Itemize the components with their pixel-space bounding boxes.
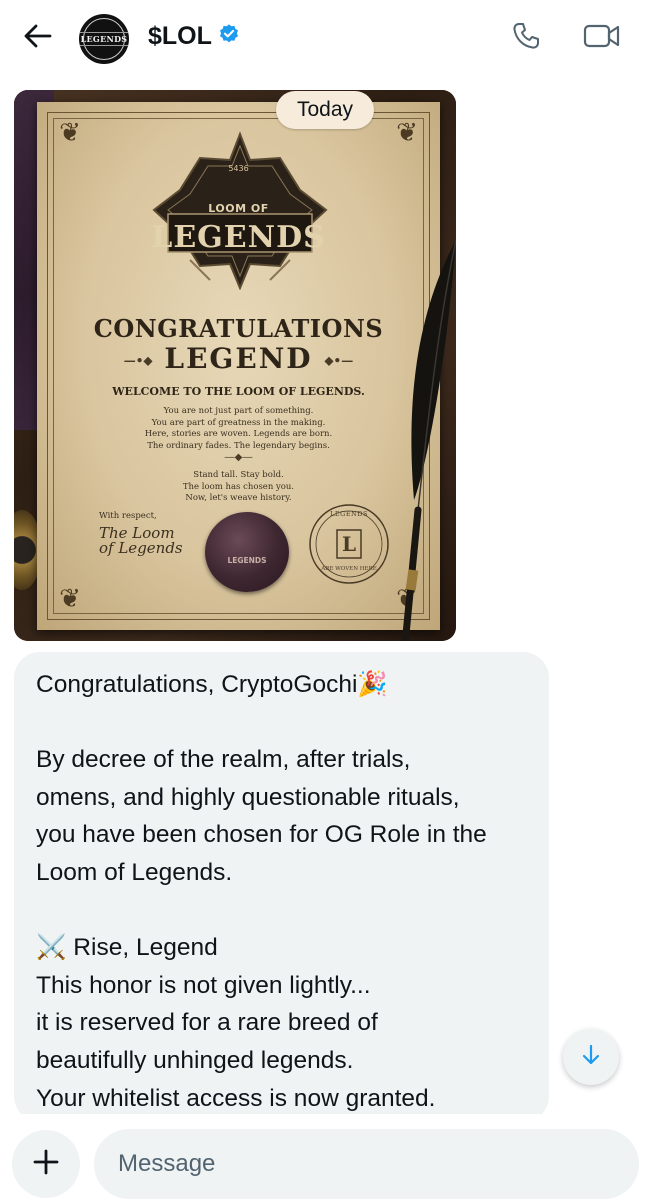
certificate-heading: CONGRATULATIONS	[93, 314, 384, 343]
scroll-to-bottom-button[interactable]	[563, 1029, 619, 1085]
arrow-left-icon	[24, 24, 52, 53]
certificate-closing: Stand tall. Stay bold. The loom has chos…	[182, 470, 295, 503]
verified-badge-icon	[218, 23, 240, 50]
corner-ornament-icon: ❦	[59, 118, 81, 148]
avatar-logo-text: LEGENDS	[79, 32, 129, 46]
certificate-signoff: With respect,	[99, 511, 157, 521]
message-line: it is reserved for a rare breed of	[36, 1009, 378, 1037]
phone-icon	[511, 21, 541, 56]
message-line: Your whitelist access is now granted.	[36, 1084, 436, 1112]
message-line: beautifully unhinged legends.	[36, 1046, 354, 1074]
wax-seal-icon: LEGENDS	[205, 512, 289, 592]
certificate-body: You are not just part of something. You …	[144, 406, 333, 451]
conversation-header: LEGENDS $LOL	[0, 0, 651, 76]
audio-call-button[interactable]	[506, 18, 546, 58]
avatar[interactable]: LEGENDS	[79, 14, 129, 64]
legends-stamp-icon: LEGENDS L ARE WOVEN HERE	[307, 502, 391, 586]
emblem-year: 5436	[228, 164, 249, 173]
message-line: omens, and highly questionable rituals,	[36, 783, 460, 811]
message-text: Congratulations, CryptoGochi🎉 By decree …	[36, 666, 536, 1117]
message-bubble[interactable]: Congratulations, CryptoGochi🎉 By decree …	[14, 652, 549, 1122]
corner-ornament-icon: ❦	[396, 118, 418, 148]
quill-pen-icon	[401, 240, 456, 641]
parchment-certificate: ❦ ❦ ❦ ❦ 5436 LOOM OF LEGENDS CONGRATULAT…	[37, 102, 440, 630]
conversation-title-group[interactable]: $LOL	[148, 22, 240, 51]
message-line: Loom of Legends.	[36, 858, 233, 886]
emblem-loom-text: LOOM OF	[208, 202, 269, 215]
message-composer	[0, 1114, 651, 1200]
message-line: you have been chosen for OG Role in the	[36, 821, 487, 849]
message-line: Congratulations, CryptoGochi🎉	[36, 671, 388, 698]
message-line: By decree of the realm, after trials,	[36, 746, 411, 774]
date-separator: Today	[276, 91, 374, 129]
plus-icon	[33, 1149, 59, 1180]
conversation-title: $LOL	[148, 22, 212, 50]
video-call-button[interactable]	[580, 18, 624, 58]
arrow-down-icon	[581, 1044, 601, 1071]
certificate-signature: The Loom of Legends	[99, 524, 183, 557]
message-line: This honor is not given lightly...	[36, 971, 371, 999]
add-attachment-button[interactable]	[12, 1130, 80, 1198]
corner-ornament-icon: ❦	[59, 584, 81, 614]
back-button[interactable]	[20, 20, 56, 56]
certificate-subheading: —•◆ LEGEND ◆•—	[123, 342, 354, 375]
message-input[interactable]	[94, 1129, 639, 1199]
certificate-image[interactable]: ❦ ❦ ❦ ❦ 5436 LOOM OF LEGENDS CONGRATULAT…	[14, 90, 456, 641]
divider-ornament-icon: —◆—	[224, 452, 253, 463]
video-camera-icon	[583, 22, 621, 55]
certificate-welcome: WELCOME TO THE LOOM OF LEGENDS.	[112, 385, 365, 398]
emblem-legends-text: LEGENDS	[151, 220, 326, 255]
message-line: ⚔️ Rise, Legend	[36, 934, 218, 962]
